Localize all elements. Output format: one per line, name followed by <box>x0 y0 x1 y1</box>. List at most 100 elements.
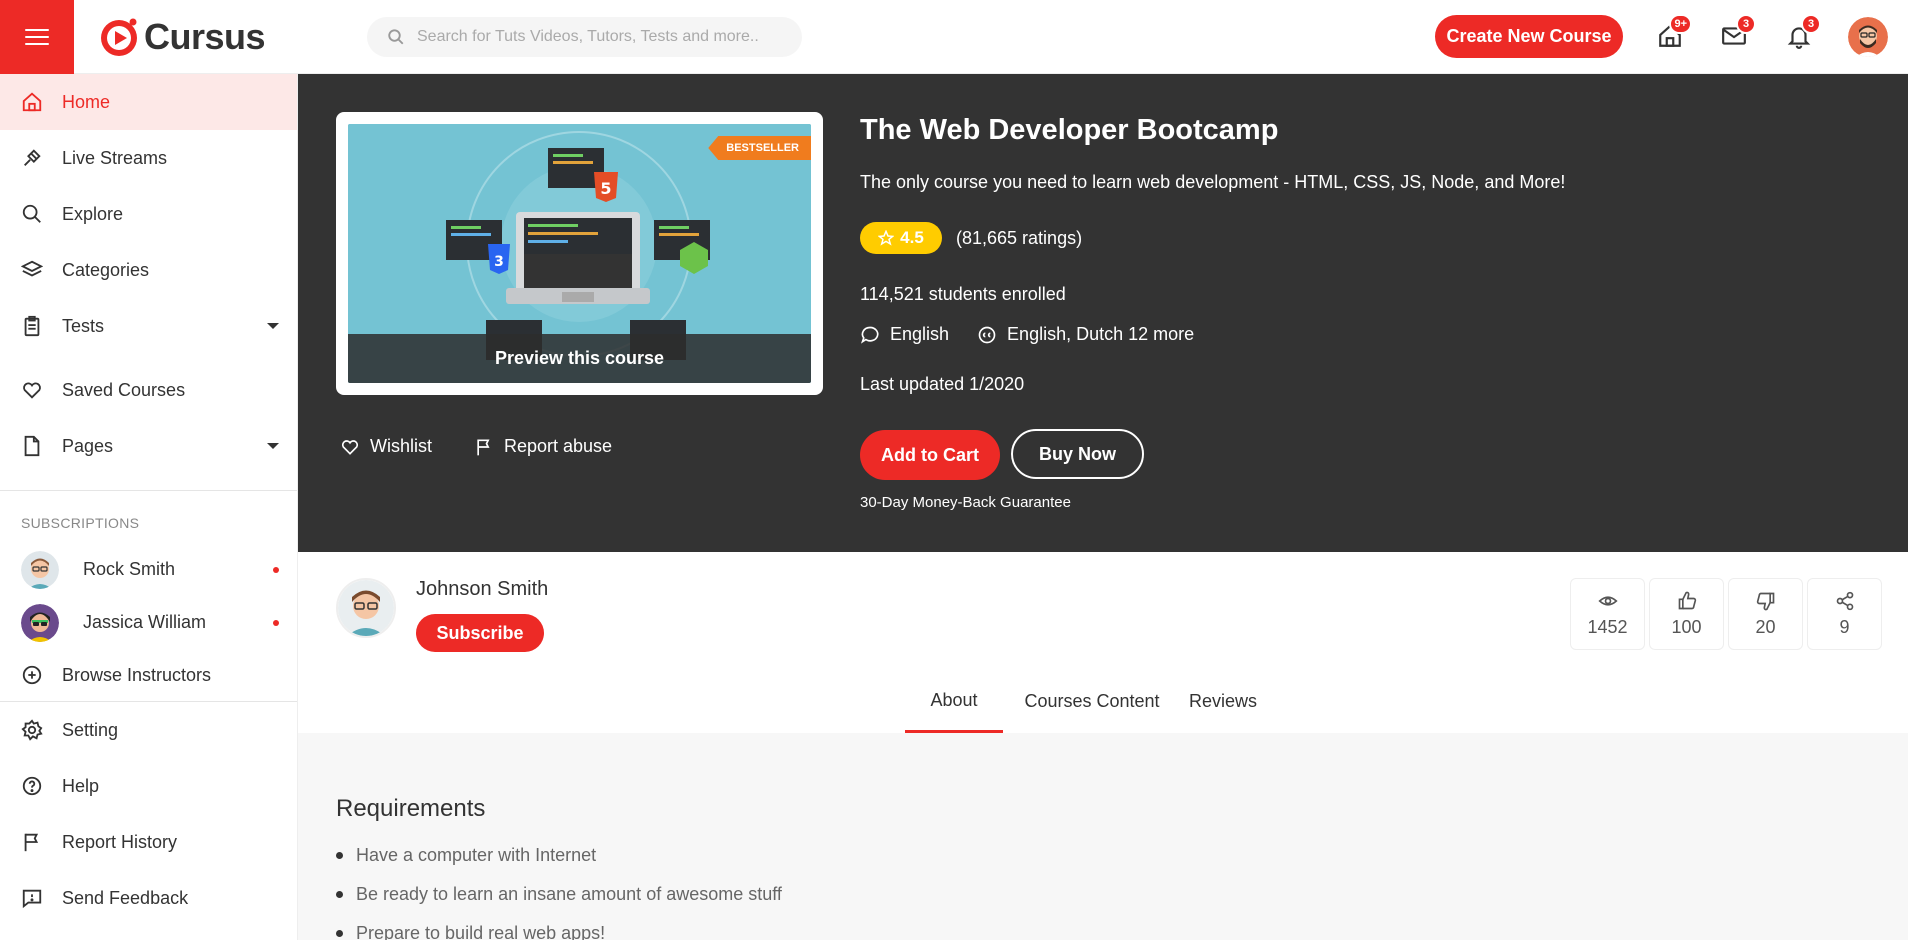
svg-text:5: 5 <box>600 179 611 198</box>
shares-count: 9 <box>1839 616 1850 637</box>
rating-value: 4.5 <box>900 228 924 247</box>
sidebar-item-label: Send Feedback <box>62 887 189 908</box>
buy-now-button[interactable]: Buy Now <box>1011 429 1144 479</box>
captions-label: English, Dutch 12 more <box>1007 324 1195 344</box>
sidebar-item-home[interactable]: Home <box>0 74 297 130</box>
course-title: The Web Developer Bootcamp <box>860 114 1279 146</box>
subscription-rock-smith[interactable]: Rock Smith <box>0 543 297 596</box>
search-input[interactable] <box>417 28 777 46</box>
home-icon <box>20 90 44 114</box>
avatar <box>21 550 59 589</box>
likes-stat[interactable]: 100 <box>1649 578 1724 650</box>
instructor-name[interactable]: Johnson Smith <box>416 578 548 601</box>
gear-icon <box>20 718 44 742</box>
help-icon <box>20 774 44 798</box>
course-rating: 4.5 (81,665 ratings) <box>860 222 1082 254</box>
live-indicator <box>273 620 279 626</box>
subscription-name: Jassica William <box>83 612 207 632</box>
dislikes-count: 20 <box>1755 616 1776 637</box>
money-back-guarantee: 30-Day Money-Back Guarantee <box>860 494 1071 511</box>
list-item: Prepare to build real web apps! <box>336 921 782 940</box>
avatar <box>338 580 394 636</box>
sidebar-item-pages[interactable]: Pages <box>0 418 297 474</box>
requirements-heading: Requirements <box>336 795 486 822</box>
menu-toggle-button[interactable] <box>0 0 74 74</box>
language-row: English English, Dutch 12 more <box>860 324 1222 345</box>
share-icon <box>1836 591 1853 610</box>
brand-logo[interactable]: Cursus <box>98 16 266 58</box>
course-thumbnail-card[interactable]: 5 3 BESTSELLER Preview this course <box>336 112 823 395</box>
subscriptions-heading: SUBSCRIPTIONS <box>21 515 140 531</box>
heart-icon <box>20 378 44 402</box>
user-avatar[interactable] <box>1848 17 1888 57</box>
likes-count: 100 <box>1671 616 1702 637</box>
bestseller-badge: BESTSELLER <box>708 136 811 160</box>
dislikes-stat[interactable]: 20 <box>1728 578 1803 650</box>
chevron-down-icon <box>267 443 279 449</box>
course-tabs: About Courses Content Reviews <box>298 670 1908 733</box>
sidebar-item-browse-instructors[interactable]: Browse Instructors <box>0 649 297 701</box>
tab-courses-content[interactable]: Courses Content <box>1022 670 1162 733</box>
sidebar-item-label: Home <box>62 91 111 112</box>
plus-circle-icon <box>20 663 44 687</box>
sidebar-item-send-feedback[interactable]: Send Feedback <box>0 870 297 926</box>
tab-reviews[interactable]: Reviews <box>1178 670 1268 733</box>
views-count: 1452 <box>1587 616 1628 637</box>
thumbs-up-icon <box>1678 591 1696 609</box>
header-home-button[interactable]: 9+ <box>1654 14 1692 52</box>
sidebar-item-label: Categories <box>62 259 150 280</box>
thumbs-down-icon <box>1756 592 1774 610</box>
sidebar: Home Live Streams Explore Categories Tes… <box>0 74 298 940</box>
sidebar-item-report-history[interactable]: Report History <box>0 814 297 870</box>
instructor-strip: Johnson Smith Subscribe 1452 100 20 9 Ab… <box>298 552 1908 733</box>
sidebar-item-setting[interactable]: Setting <box>0 702 297 758</box>
home-badge: 9+ <box>1669 14 1692 34</box>
sidebar-item-label: Browse Instructors <box>62 664 212 685</box>
sidebar-item-explore[interactable]: Explore <box>0 186 297 242</box>
shares-stat[interactable]: 9 <box>1807 578 1882 650</box>
sidebar-item-label: Saved Courses <box>62 379 186 400</box>
svg-text:3: 3 <box>494 254 504 270</box>
views-stat[interactable]: 1452 <box>1570 578 1645 650</box>
sidebar-item-categories[interactable]: Categories <box>0 242 297 298</box>
flag-icon <box>477 439 490 455</box>
rating-badge: 4.5 <box>860 222 942 254</box>
subscribe-button[interactable]: Subscribe <box>416 614 544 652</box>
sidebar-item-tests[interactable]: Tests <box>0 298 297 354</box>
course-captions: English, Dutch 12 more <box>977 324 1194 345</box>
feedback-icon <box>20 886 44 910</box>
instructor-avatar[interactable] <box>336 578 396 638</box>
preview-course-button[interactable]: Preview this course <box>348 334 811 383</box>
logo-play-icon <box>101 18 137 56</box>
course-language: English <box>860 324 949 345</box>
subscription-jassica-william[interactable]: Jassica William <box>0 596 297 649</box>
sidebar-item-saved-courses[interactable]: Saved Courses <box>0 362 297 418</box>
report-abuse-button[interactable]: Report abuse <box>474 436 612 457</box>
create-course-button[interactable]: Create New Course <box>1435 15 1623 58</box>
notifications-badge: 3 <box>1801 14 1821 34</box>
layers-icon <box>20 258 44 282</box>
search-bar[interactable] <box>367 17 802 57</box>
sidebar-item-label: Report History <box>62 831 178 852</box>
requirements-list: Have a computer with Internet Be ready t… <box>336 843 782 940</box>
heart-icon <box>341 439 359 455</box>
avatar <box>21 603 59 642</box>
live-indicator <box>273 567 279 573</box>
sidebar-item-live-streams[interactable]: Live Streams <box>0 130 297 186</box>
course-thumbnail: 5 3 BESTSELLER Preview this course <box>348 124 811 383</box>
avatar-illustration <box>1848 17 1888 57</box>
header-mail-button[interactable]: 3 <box>1718 14 1756 52</box>
header-notifications-button[interactable]: 3 <box>1783 14 1821 52</box>
hamburger-icon <box>25 29 49 45</box>
wishlist-button[interactable]: Wishlist <box>340 436 432 457</box>
brand-name: Cursus <box>144 16 266 57</box>
live-streams-icon <box>20 146 44 170</box>
chevron-down-icon <box>267 323 279 329</box>
eye-icon <box>1597 595 1618 606</box>
tab-about[interactable]: About <box>905 670 1003 733</box>
list-item: Have a computer with Internet <box>336 843 782 882</box>
students-enrolled: 114,521 students enrolled <box>860 284 1066 304</box>
clipboard-icon <box>20 314 44 338</box>
sidebar-item-help[interactable]: Help <box>0 758 297 814</box>
add-to-cart-button[interactable]: Add to Cart <box>860 430 1000 480</box>
